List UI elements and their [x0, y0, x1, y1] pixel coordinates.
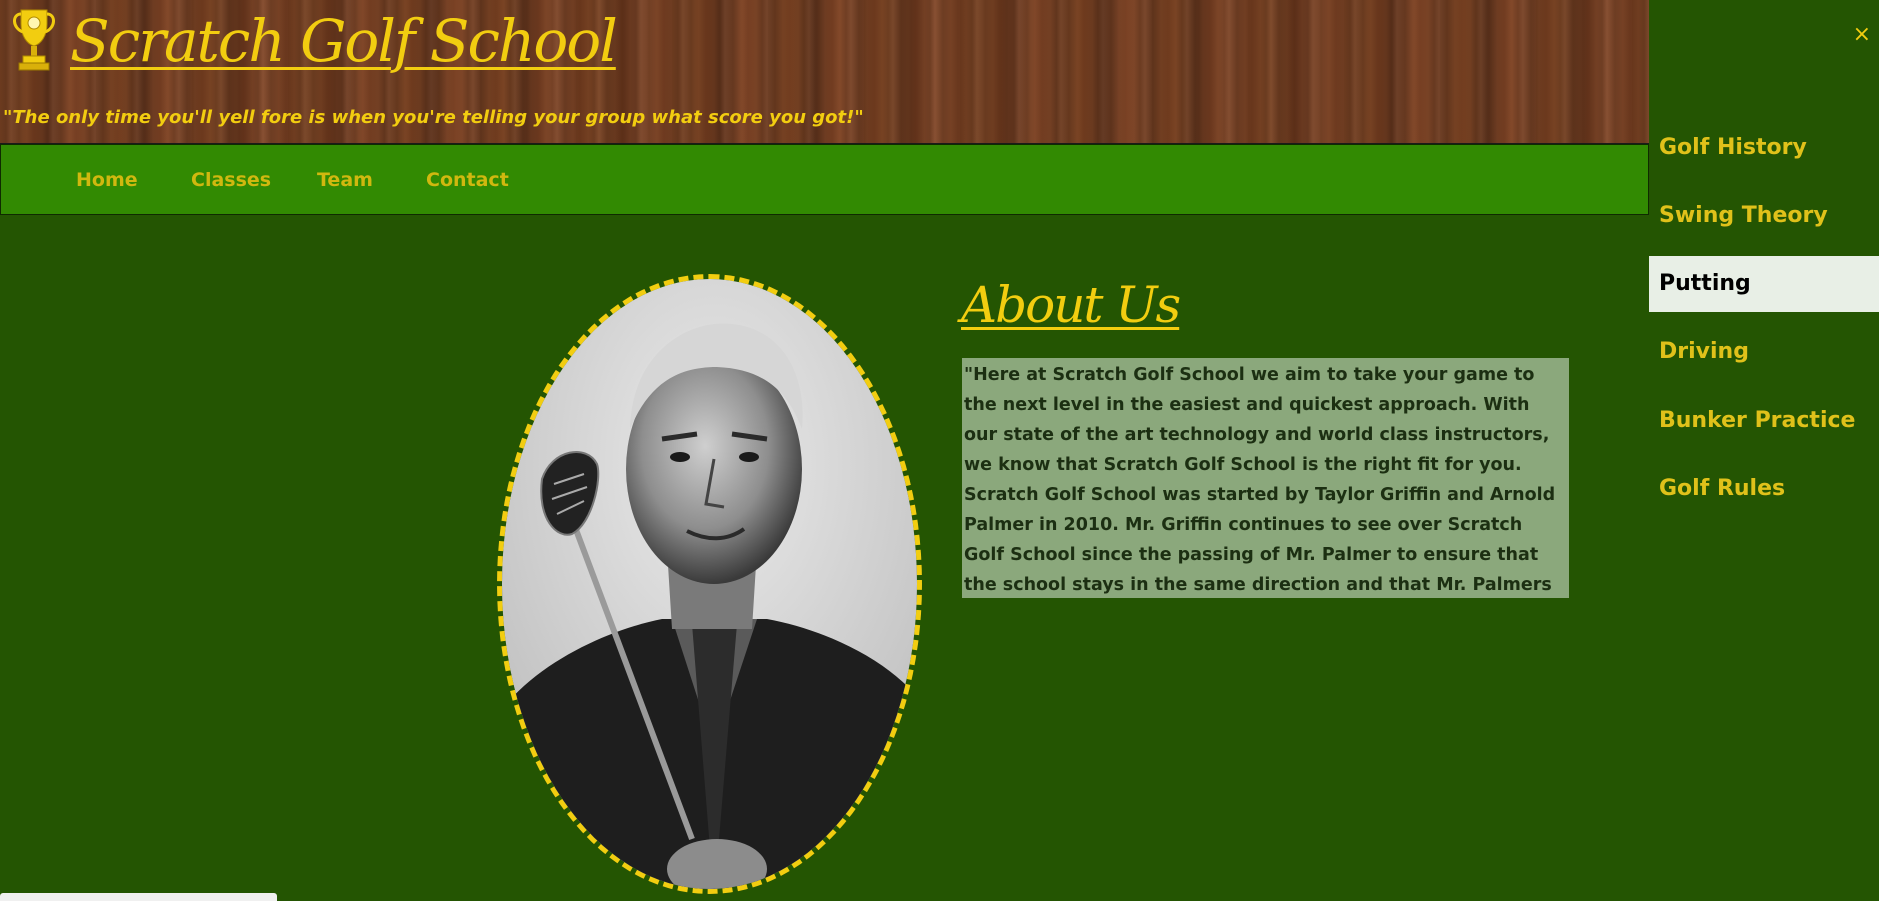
- nav-link-home[interactable]: Home: [76, 169, 138, 191]
- side-item-swing-theory[interactable]: Swing Theory: [1649, 188, 1879, 244]
- side-item-bunker-practice[interactable]: Bunker Practice: [1649, 393, 1879, 449]
- trophy-icon: [12, 6, 56, 72]
- site-title[interactable]: Scratch Golf School: [70, 0, 618, 82]
- site-header: Scratch Golf School "The only time you'l…: [0, 0, 1650, 144]
- side-item-golf-history[interactable]: Golf History: [1649, 120, 1879, 176]
- horizontal-scrollbar[interactable]: [0, 893, 277, 901]
- nav-link-classes[interactable]: Classes: [191, 169, 271, 191]
- side-item-driving[interactable]: Driving: [1649, 324, 1879, 380]
- nav-link-team[interactable]: Team: [317, 169, 373, 191]
- side-item-golf-rules[interactable]: Golf Rules: [1649, 461, 1879, 517]
- nav-link-contact[interactable]: Contact: [426, 169, 509, 191]
- site-tagline: "The only time you'll yell fore is when …: [3, 107, 864, 128]
- founder-portrait: [497, 274, 922, 894]
- side-item-putting[interactable]: Putting: [1649, 256, 1879, 312]
- main-nav: Home Classes Team Contact: [0, 144, 1649, 215]
- about-text: "Here at Scratch Golf School we aim to t…: [962, 358, 1569, 598]
- close-menu-button[interactable]: ×: [1853, 22, 1871, 48]
- side-menu: × Golf History Swing Theory Putting Driv…: [1649, 0, 1879, 901]
- about-title: About Us: [961, 276, 1181, 334]
